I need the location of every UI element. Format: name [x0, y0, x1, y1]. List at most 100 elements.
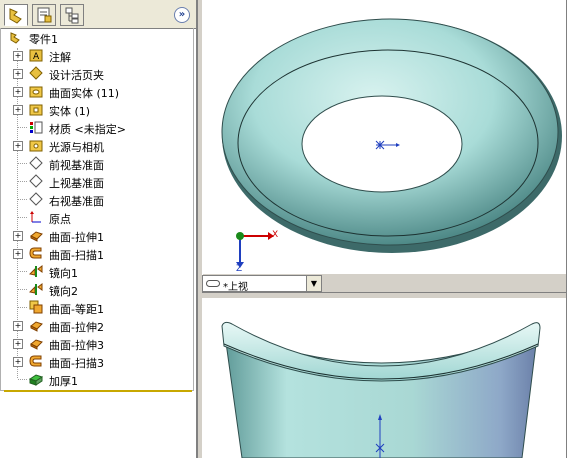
- tree-branch-line: [18, 217, 27, 218]
- tree-item[interactable]: 加厚1: [1, 370, 191, 388]
- tree-item-label: 曲面实体 (11): [49, 87, 120, 100]
- tree-item-label: 曲面-拉伸1: [49, 231, 104, 244]
- origin-icon: [30, 211, 41, 223]
- tree-item[interactable]: 原点: [1, 208, 191, 226]
- configurationmanager-icon: [65, 7, 79, 24]
- tree-item-label: 设计活页夹: [49, 69, 104, 82]
- featuremanager-icon: [9, 8, 22, 24]
- tree-branch-line: [18, 127, 27, 128]
- viewport-top[interactable]: X Z: [202, 0, 566, 274]
- tree-item[interactable]: + 曲面-拉伸1: [1, 226, 191, 244]
- tree-item[interactable]: 前视基准面: [1, 154, 191, 172]
- tree-item-label: 曲面-等距1: [49, 303, 104, 316]
- expand-toggle[interactable]: +: [13, 357, 23, 367]
- tree-item-label: 右视基准面: [49, 195, 104, 208]
- tree-item[interactable]: 上视基准面: [1, 172, 191, 190]
- axis-z-label: Z: [236, 264, 243, 274]
- lights-cameras-icon: [29, 140, 43, 152]
- tree-item-label: 镜向2: [49, 285, 78, 298]
- tree-item[interactable]: + 曲面-扫描1: [1, 244, 191, 262]
- expand-toggle[interactable]: +: [13, 321, 23, 331]
- tree-item-label: 曲面-拉伸2: [49, 321, 104, 334]
- tree-item-label: 前视基准面: [49, 159, 104, 172]
- axis-x-label: X: [272, 230, 279, 240]
- expand-toggle[interactable]: +: [13, 87, 23, 97]
- view-name: *上视: [223, 282, 248, 293]
- tree-item-label: 镜向1: [49, 267, 78, 280]
- tree-item[interactable]: 镜向1: [1, 262, 191, 280]
- tree-branch-line: [18, 163, 27, 164]
- view-selector[interactable]: *上视 ▼: [202, 275, 322, 293]
- propertymanager-icon: [37, 7, 52, 23]
- surface-extrude-icon: [30, 339, 43, 350]
- view-icon: [206, 280, 220, 287]
- mirror-icon: [29, 265, 43, 277]
- tree-branch-line: [18, 271, 27, 272]
- tree-item[interactable]: + 曲面-拉伸3: [1, 334, 191, 352]
- tree-item-label: 光源与相机: [49, 141, 104, 154]
- tree-item[interactable]: + A 注解: [1, 46, 191, 64]
- tree-item-label: 上视基准面: [49, 177, 104, 190]
- tree-item[interactable]: 曲面-等距1: [1, 298, 191, 316]
- annotation-icon: A: [29, 49, 43, 62]
- tree-root-part[interactable]: 零件1: [1, 28, 191, 46]
- feature-manager-panel: » 零件1 + A 注解 + 设计活页夹 + 曲面实体 (11) + 实体 (1) 材质 <未指定…: [0, 0, 197, 458]
- expand-toggle[interactable]: +: [13, 249, 23, 259]
- tree-item-label: 曲面-扫描3: [49, 357, 104, 370]
- svg-text:A: A: [33, 52, 40, 62]
- viewport-side-strip: [566, 0, 576, 458]
- tree-item-label: 曲面-拉伸3: [49, 339, 104, 352]
- tab-configurationmanager[interactable]: [60, 4, 84, 26]
- tree-item-label: 曲面-扫描1: [49, 249, 104, 262]
- tree-item[interactable]: + 曲面-扫描3: [1, 352, 191, 370]
- tab-featuremanager[interactable]: [4, 4, 28, 26]
- model-front-view: [221, 321, 541, 458]
- surface-sweep-icon: [29, 247, 42, 259]
- expand-panel-button[interactable]: »: [174, 7, 190, 23]
- tree-item-label: 原点: [49, 213, 71, 226]
- tree-branch-line: [18, 289, 27, 290]
- expand-toggle[interactable]: +: [13, 339, 23, 349]
- panel-tabs: »: [0, 0, 196, 29]
- feature-tree: 零件1 + A 注解 + 设计活页夹 + 曲面实体 (11) + 实体 (1) 材质 <未指定> +…: [0, 28, 194, 391]
- tree-item[interactable]: + 光源与相机: [1, 136, 191, 154]
- surface-sweep-icon: [29, 355, 42, 367]
- tree-item[interactable]: 材质 <未指定>: [1, 118, 191, 136]
- model-top-view: [221, 18, 562, 268]
- tree-end-marker: [4, 390, 192, 392]
- center-hole: [301, 95, 463, 193]
- tree-item[interactable]: + 曲面-拉伸2: [1, 316, 191, 334]
- viewport-bottom[interactable]: [202, 298, 566, 458]
- design-binder-icon: [29, 66, 43, 80]
- tree-item-label: 材质 <未指定>: [49, 123, 126, 136]
- tree-branch-line: [18, 181, 27, 182]
- tree-item[interactable]: + 设计活页夹: [1, 64, 191, 82]
- surface-offset-icon: [29, 300, 43, 314]
- plane-icon: [29, 156, 43, 170]
- tree-item-label: 注解: [49, 51, 71, 64]
- part-icon: [10, 32, 20, 44]
- tree-item[interactable]: 镜向2: [1, 280, 191, 298]
- material-icon: [30, 121, 43, 134]
- reference-triad: [236, 232, 274, 268]
- tree-item[interactable]: + 实体 (1): [1, 100, 191, 118]
- expand-toggle[interactable]: +: [13, 105, 23, 115]
- expand-toggle[interactable]: +: [13, 141, 23, 151]
- tree-branch-line: [18, 307, 27, 308]
- solid-bodies-folder-icon: [29, 104, 43, 116]
- tree-branch-line: [18, 379, 27, 380]
- expand-toggle[interactable]: +: [13, 231, 23, 241]
- mirror-icon: [29, 283, 43, 295]
- root-label: 零件1: [29, 33, 58, 46]
- surface-bodies-folder-icon: [29, 86, 43, 98]
- plane-icon: [29, 174, 43, 188]
- tab-propertymanager[interactable]: [32, 4, 56, 26]
- chevron-down-icon[interactable]: ▼: [306, 276, 321, 291]
- expand-toggle[interactable]: +: [13, 69, 23, 79]
- surface-extrude-icon: [30, 231, 43, 242]
- expand-toggle[interactable]: +: [13, 51, 23, 61]
- tree-item[interactable]: 右视基准面: [1, 190, 191, 208]
- tree-item-label: 实体 (1): [49, 105, 91, 118]
- tree-item[interactable]: + 曲面实体 (11): [1, 82, 191, 100]
- plane-icon: [29, 192, 43, 206]
